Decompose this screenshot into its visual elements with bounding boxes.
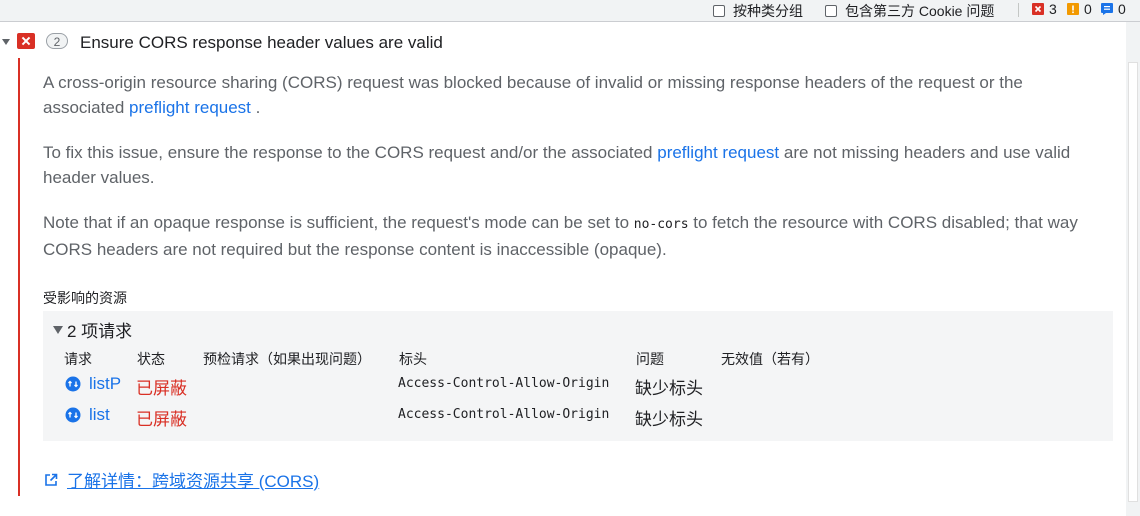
- third-party-cookie-label: 包含第三方 Cookie 问题: [845, 3, 995, 19]
- requests-group-toggle[interactable]: 2 项请求: [53, 317, 132, 342]
- preflight-request-link[interactable]: preflight request: [129, 98, 251, 117]
- note-paragraph: Note that if an opaque response is suffi…: [43, 210, 1108, 262]
- request-name: list: [89, 405, 110, 424]
- checkbox-box[interactable]: [713, 5, 725, 17]
- problem-text: 缺少标头: [635, 379, 703, 398]
- description-tail: .: [250, 98, 261, 117]
- network-request-icon: [65, 376, 81, 392]
- checkbox-box[interactable]: [825, 5, 837, 17]
- error-icon: [1032, 3, 1044, 15]
- info-count[interactable]: 0: [1101, 1, 1126, 17]
- error-icon: [17, 33, 35, 49]
- scrollbar-track[interactable]: [1126, 22, 1140, 516]
- column-header-invalid-value: 无效值（若有）: [721, 351, 819, 367]
- issue-header[interactable]: 2 Ensure CORS response header values are…: [0, 30, 1110, 58]
- warning-icon: [1067, 3, 1079, 15]
- scrollbar-thumb[interactable]: [1128, 62, 1138, 502]
- preflight-request-link[interactable]: preflight request: [657, 143, 779, 162]
- issue-description-paragraph: A cross-origin resource sharing (CORS) r…: [43, 70, 1108, 120]
- request-link[interactable]: listP: [65, 374, 121, 394]
- column-header-problem: 问题: [636, 351, 664, 367]
- warning-count[interactable]: 0: [1067, 1, 1092, 17]
- requests-group-label: 2 项请求: [67, 322, 133, 341]
- column-header-status: 状态: [137, 351, 165, 367]
- chevron-down-icon[interactable]: [2, 39, 10, 45]
- issue-count-badge: 2: [46, 33, 68, 49]
- info-icon: [1101, 3, 1113, 15]
- column-header-preflight: 预检请求（如果出现问题）: [203, 351, 371, 367]
- note-text: Note that if an opaque response is suffi…: [43, 213, 634, 232]
- problem-text: 缺少标头: [635, 410, 703, 429]
- fix-text: To fix this issue, ensure the response t…: [43, 143, 658, 162]
- request-link[interactable]: list: [65, 405, 110, 425]
- third-party-cookie-checkbox[interactable]: 包含第三方 Cookie 问题: [825, 1, 994, 21]
- toolbar-divider: [1018, 3, 1019, 17]
- external-link-icon: [45, 473, 58, 486]
- no-cors-code: no-cors: [633, 217, 689, 232]
- header-name: Access-Control-Allow-Origin: [398, 376, 610, 391]
- issue-severity-rule: [18, 58, 20, 496]
- issues-toolbar: 按种类分组 包含第三方 Cookie 问题 3 0 0: [0, 0, 1140, 22]
- group-by-kind-checkbox[interactable]: 按种类分组: [713, 1, 803, 21]
- error-count-value: 3: [1049, 1, 1057, 17]
- request-name: listP: [89, 374, 122, 393]
- learn-more-text: 了解详情：跨域资源共享 (CORS): [67, 472, 320, 491]
- fix-paragraph: To fix this issue, ensure the response t…: [43, 140, 1108, 190]
- triangle-down-icon: [53, 325, 63, 334]
- header-name: Access-Control-Allow-Origin: [398, 407, 610, 422]
- group-by-kind-label: 按种类分组: [733, 3, 803, 19]
- issue-title: Ensure CORS response header values are v…: [80, 33, 443, 52]
- status-blocked: 已屏蔽: [136, 379, 187, 398]
- warning-count-value: 0: [1084, 1, 1092, 17]
- affected-resources-label: 受影响的资源: [43, 290, 127, 306]
- network-request-icon: [65, 407, 81, 423]
- column-header-header: 标头: [399, 351, 427, 367]
- info-count-value: 0: [1118, 1, 1126, 17]
- column-header-request: 请求: [64, 351, 92, 367]
- affected-requests-panel: 2 项请求 请求 状态 预检请求（如果出现问题） 标头 问题 无效值（若有） l…: [43, 311, 1113, 441]
- error-count[interactable]: 3: [1032, 1, 1057, 17]
- learn-more-link[interactable]: 了解详情：跨域资源共享 (CORS): [43, 467, 319, 492]
- status-blocked: 已屏蔽: [136, 410, 187, 429]
